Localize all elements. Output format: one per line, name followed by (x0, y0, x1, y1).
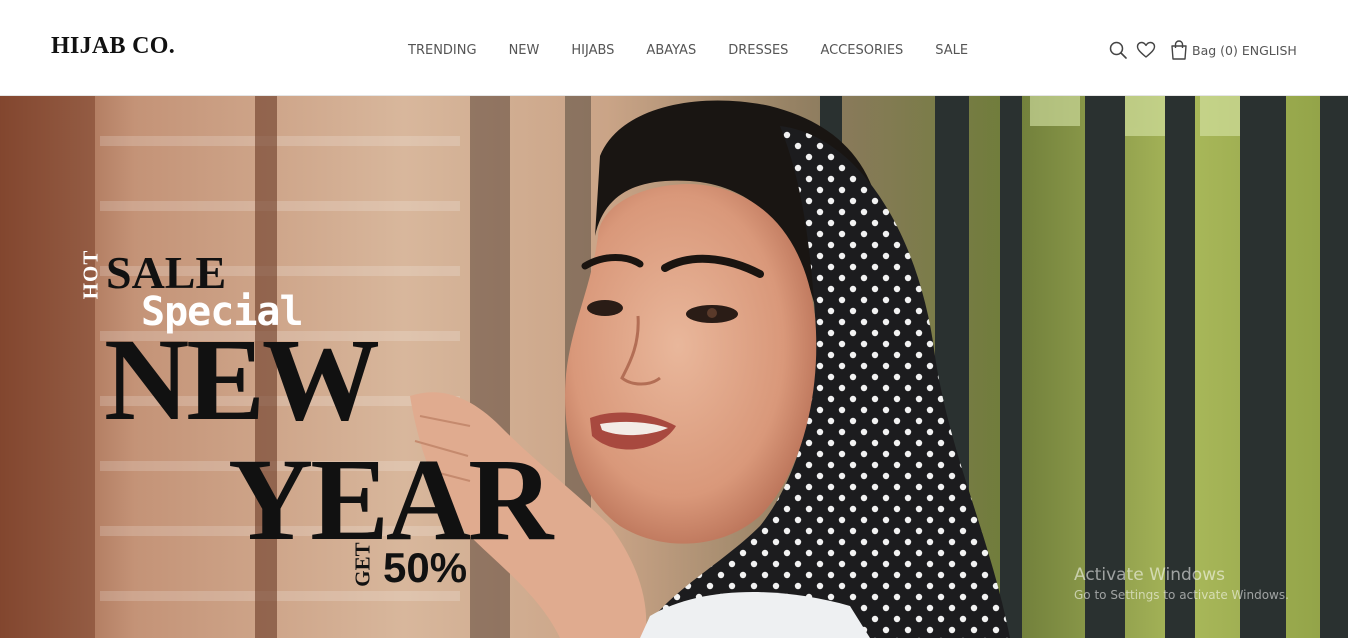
shopping-bag-icon (1171, 40, 1187, 60)
header-tools: Bag (0) ENGLISH (1108, 38, 1297, 62)
hero-banner: HOT SALE Special NEW YEAR GET 50% Activa… (0, 96, 1348, 638)
nav-accesories[interactable]: ACCESORIES (804, 42, 919, 59)
discount-percent: 50% (383, 544, 468, 591)
language-selector[interactable]: ENGLISH (1242, 43, 1297, 58)
nav-sale[interactable]: SALE (919, 42, 984, 59)
get-label: GET (350, 542, 375, 587)
site-header: HIJAB CO. TRENDING NEW HIJABS ABAYAS DRE… (0, 0, 1348, 96)
heart-icon[interactable] (1136, 41, 1156, 59)
hero-text: HOT SALE Special NEW YEAR GET 50% (0, 96, 1348, 638)
watermark-subtitle: Go to Settings to activate Windows. (1074, 588, 1289, 602)
nav-hijabs[interactable]: HIJABS (555, 42, 630, 59)
nav-abayas[interactable]: ABAYAS (630, 42, 712, 59)
search-icon[interactable] (1108, 40, 1128, 60)
nav-new[interactable]: NEW (493, 42, 556, 59)
site-logo[interactable]: HIJAB CO. (51, 33, 175, 60)
year-heading: YEAR (228, 434, 553, 565)
watermark-title: Activate Windows (1074, 565, 1225, 585)
hot-label: HOT (78, 249, 103, 300)
nav-dresses[interactable]: DRESSES (712, 42, 804, 59)
activate-windows-watermark: Activate Windows Go to Settings to activ… (1074, 564, 1289, 604)
new-heading: NEW (104, 314, 380, 445)
nav-trending[interactable]: TRENDING (392, 42, 493, 59)
main-nav: TRENDING NEW HIJABS ABAYAS DRESSES ACCES… (392, 42, 984, 59)
bag-button[interactable]: Bag (0) (1170, 40, 1238, 60)
bag-label: Bag (0) (1192, 42, 1238, 58)
